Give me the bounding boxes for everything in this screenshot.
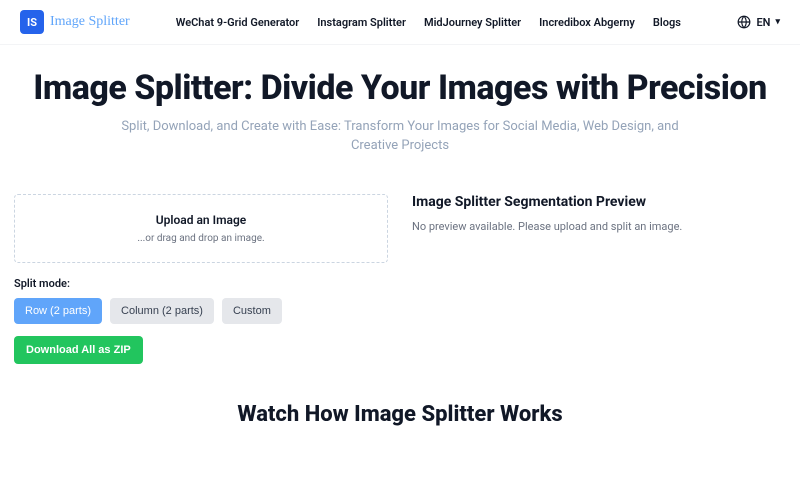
- upload-title: Upload an Image: [25, 213, 377, 227]
- preview-title: Image Splitter Segmentation Preview: [412, 194, 786, 210]
- logo-badge: IS: [20, 10, 44, 34]
- right-column: Image Splitter Segmentation Preview No p…: [412, 194, 786, 364]
- nav-link-incredibox[interactable]: Incredibox Abgerny: [539, 16, 635, 29]
- mode-column-button[interactable]: Column (2 parts): [110, 298, 214, 324]
- left-column: Upload an Image ...or drag and drop an i…: [14, 194, 388, 364]
- logo[interactable]: IS Image Splitter: [20, 10, 130, 34]
- how-it-works-title: Watch How Image Splitter Works: [0, 402, 800, 427]
- split-mode-label: Split mode:: [14, 277, 388, 290]
- chevron-down-icon: ▾: [775, 17, 780, 27]
- nav-link-blogs[interactable]: Blogs: [653, 16, 681, 29]
- language-selector[interactable]: EN ▾: [737, 15, 780, 29]
- language-label: EN: [756, 16, 770, 29]
- mode-custom-button[interactable]: Custom: [222, 298, 282, 324]
- logo-text: Image Splitter: [50, 14, 130, 30]
- split-mode-buttons: Row (2 parts) Column (2 parts) Custom: [14, 298, 388, 324]
- preview-empty-text: No preview available. Please upload and …: [412, 220, 786, 233]
- hero: Image Splitter: Divide Your Images with …: [0, 45, 800, 166]
- mode-row-button[interactable]: Row (2 parts): [14, 298, 102, 324]
- upload-dropzone[interactable]: Upload an Image ...or drag and drop an i…: [14, 194, 388, 263]
- site-header: IS Image Splitter WeChat 9-Grid Generato…: [0, 0, 800, 45]
- nav-link-wechat[interactable]: WeChat 9-Grid Generator: [176, 16, 300, 29]
- download-zip-button[interactable]: Download All as ZIP: [14, 336, 143, 364]
- page-subtitle: Split, Download, and Create with Ease: T…: [100, 118, 700, 156]
- primary-nav: WeChat 9-Grid Generator Instagram Splitt…: [176, 16, 681, 29]
- nav-link-midjourney[interactable]: MidJourney Splitter: [424, 16, 521, 29]
- page-title: Image Splitter: Divide Your Images with …: [30, 69, 770, 108]
- globe-icon: [737, 15, 751, 29]
- main-content: Upload an Image ...or drag and drop an i…: [0, 166, 800, 364]
- upload-hint: ...or drag and drop an image.: [25, 233, 377, 244]
- nav-link-instagram[interactable]: Instagram Splitter: [317, 16, 406, 29]
